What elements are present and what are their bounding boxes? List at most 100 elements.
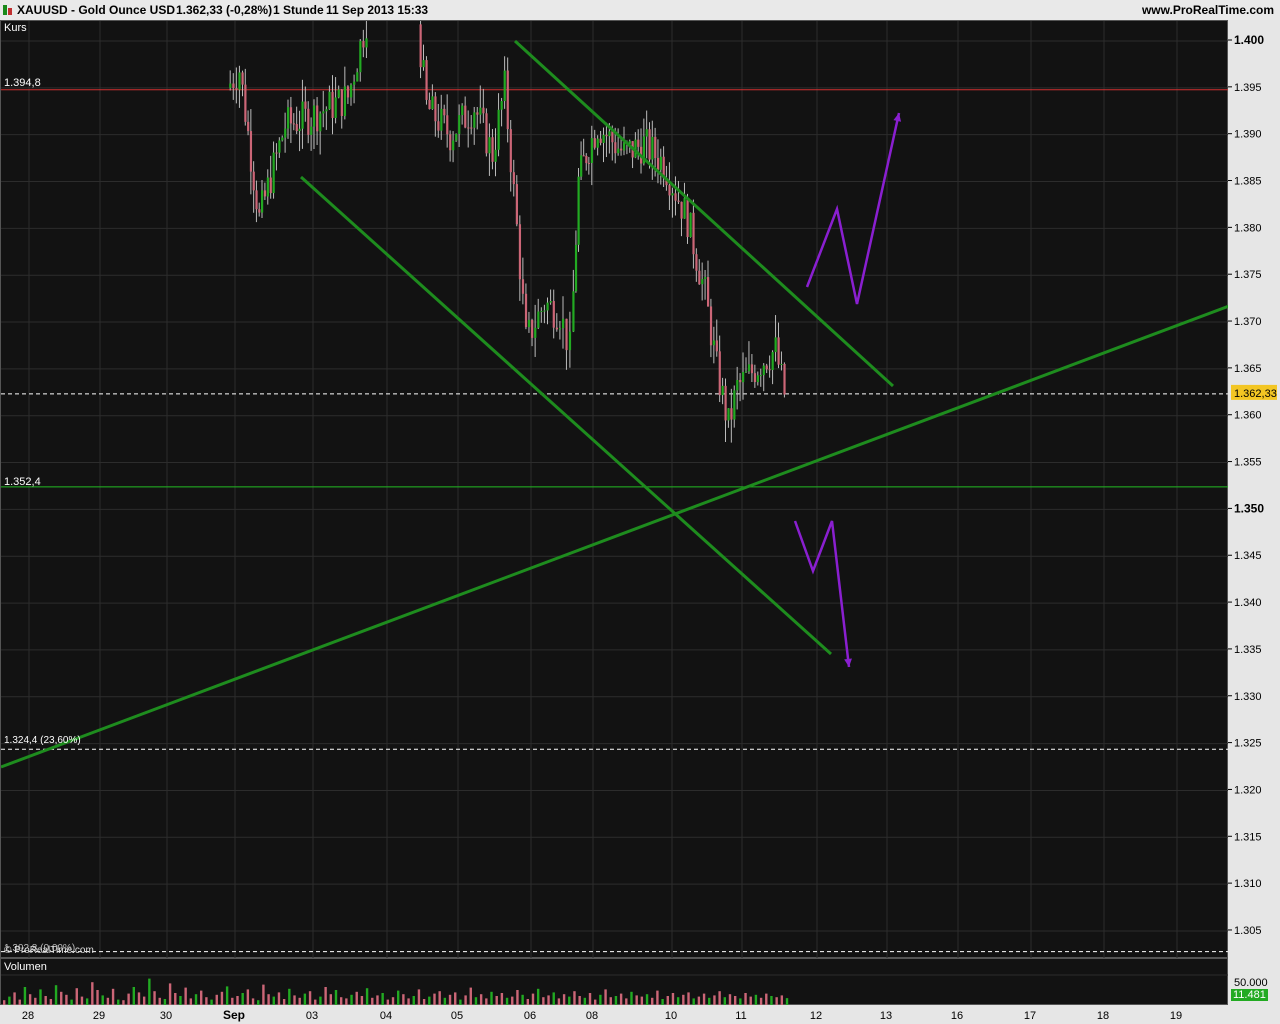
volume-bar xyxy=(500,993,504,1005)
y-tick-label: 1.360 xyxy=(1234,410,1262,422)
volume-bar xyxy=(345,998,348,1005)
candle-body xyxy=(768,369,771,371)
price-plot[interactable] xyxy=(1,21,1229,959)
candle-body xyxy=(756,375,760,383)
volume-bar xyxy=(635,995,638,1005)
price-axis[interactable]: 1.400 1.395 1.390 1.385 1.380 1.375 1.370 1.365… xyxy=(1228,20,1280,958)
candle-body xyxy=(316,105,319,132)
candle-body xyxy=(255,190,258,210)
y-tick-label: 1.340 xyxy=(1234,597,1262,609)
site-url[interactable]: www.ProRealTime.com xyxy=(1142,3,1274,17)
volume-bar xyxy=(262,984,265,1005)
candle-body xyxy=(494,149,497,162)
candle-body xyxy=(565,318,568,351)
candle-body xyxy=(359,41,362,73)
x-tick-label: 30 xyxy=(160,1010,172,1022)
volume-bar xyxy=(645,994,649,1005)
volume-bar xyxy=(562,994,566,1005)
candle-body xyxy=(721,385,724,396)
candle-body xyxy=(521,279,525,294)
volume-bar xyxy=(205,997,208,1005)
candle-body xyxy=(266,177,269,197)
candle-body xyxy=(762,365,765,376)
candle-body xyxy=(235,88,238,90)
volume-bar xyxy=(443,997,447,1005)
volume-bar xyxy=(412,996,415,1005)
volume-bar xyxy=(749,996,752,1005)
volume-bar xyxy=(319,996,322,1005)
volume-bar xyxy=(220,991,224,1005)
volume-bar xyxy=(759,997,763,1005)
volume-bar xyxy=(355,991,358,1005)
candle-body xyxy=(614,142,617,154)
candle-body xyxy=(637,139,640,147)
candle-body xyxy=(289,107,293,124)
volume-bar xyxy=(231,997,234,1005)
volume-bar xyxy=(391,997,395,1005)
candle-body xyxy=(590,138,593,163)
candle-body xyxy=(313,105,316,127)
price-panel[interactable]: Kurs 1.394,8 1.352,4 1.324,4 (23,60%) 1.… xyxy=(0,20,1229,959)
volume-bar xyxy=(599,994,602,1005)
candle-body xyxy=(724,385,727,421)
x-tick-label: 06 xyxy=(524,1010,536,1022)
candle-body xyxy=(744,371,748,373)
x-tick-label: 16 xyxy=(951,1010,963,1022)
candle-body xyxy=(777,337,780,365)
candle-body xyxy=(582,155,585,157)
x-tick-label: 10 xyxy=(665,1010,677,1022)
candle-body xyxy=(593,138,596,148)
volume-plot[interactable] xyxy=(1,959,1229,1006)
candle-body xyxy=(648,129,651,160)
volume-bar xyxy=(490,991,493,1005)
candle-body xyxy=(346,86,350,98)
time-axis[interactable]: 28 29 30 Sep 03 04 05 06 08 10 11 12 13 16 17 18 19 xyxy=(0,1005,1228,1024)
candle-body xyxy=(301,101,304,129)
candle-body xyxy=(337,89,340,98)
volume-bar xyxy=(137,992,141,1005)
volume-bar xyxy=(511,996,514,1005)
volume-bar xyxy=(708,997,711,1005)
volume-bar xyxy=(666,996,669,1005)
volume-bar xyxy=(785,998,789,1005)
volume-panel[interactable]: Volumen xyxy=(0,958,1229,1006)
volume-bar xyxy=(376,995,379,1005)
volume-bar xyxy=(578,996,581,1005)
x-tick-label: 18 xyxy=(1097,1010,1109,1022)
candle-body xyxy=(491,137,494,162)
volume-bar xyxy=(339,997,343,1005)
candle-body xyxy=(622,142,626,151)
volume-bar xyxy=(179,996,182,1005)
volume-bar xyxy=(298,997,301,1005)
volume-bar xyxy=(111,988,115,1005)
volume-bar xyxy=(402,994,405,1005)
y-tick-label: 1.325 xyxy=(1234,738,1262,750)
candle-body xyxy=(534,327,537,338)
volume-bar xyxy=(573,991,576,1005)
candle-body xyxy=(730,408,733,420)
volume-bar xyxy=(85,998,89,1005)
y-tick-label: 1.310 xyxy=(1234,878,1262,890)
candle-body xyxy=(651,136,654,160)
candle-body xyxy=(464,105,467,128)
candle-body xyxy=(428,99,431,110)
candle-body xyxy=(503,70,506,102)
candle-body xyxy=(482,107,485,114)
volume-bar xyxy=(293,995,296,1005)
y-tick-label: 1.305 xyxy=(1234,925,1262,937)
candle-body xyxy=(252,171,255,191)
candle-body xyxy=(340,89,343,117)
volume-bar xyxy=(127,993,130,1005)
volume-bar xyxy=(324,987,327,1005)
candle-body xyxy=(238,72,241,90)
volume-bar xyxy=(454,992,457,1005)
volume-bar xyxy=(360,996,364,1005)
candle-body xyxy=(552,301,555,328)
candle-body xyxy=(549,301,552,303)
candle-body xyxy=(328,91,331,110)
candle-body xyxy=(452,140,455,151)
candle-body xyxy=(656,157,660,170)
volume-bar xyxy=(54,985,58,1005)
candle-body xyxy=(765,365,768,370)
candle-body xyxy=(295,124,298,132)
